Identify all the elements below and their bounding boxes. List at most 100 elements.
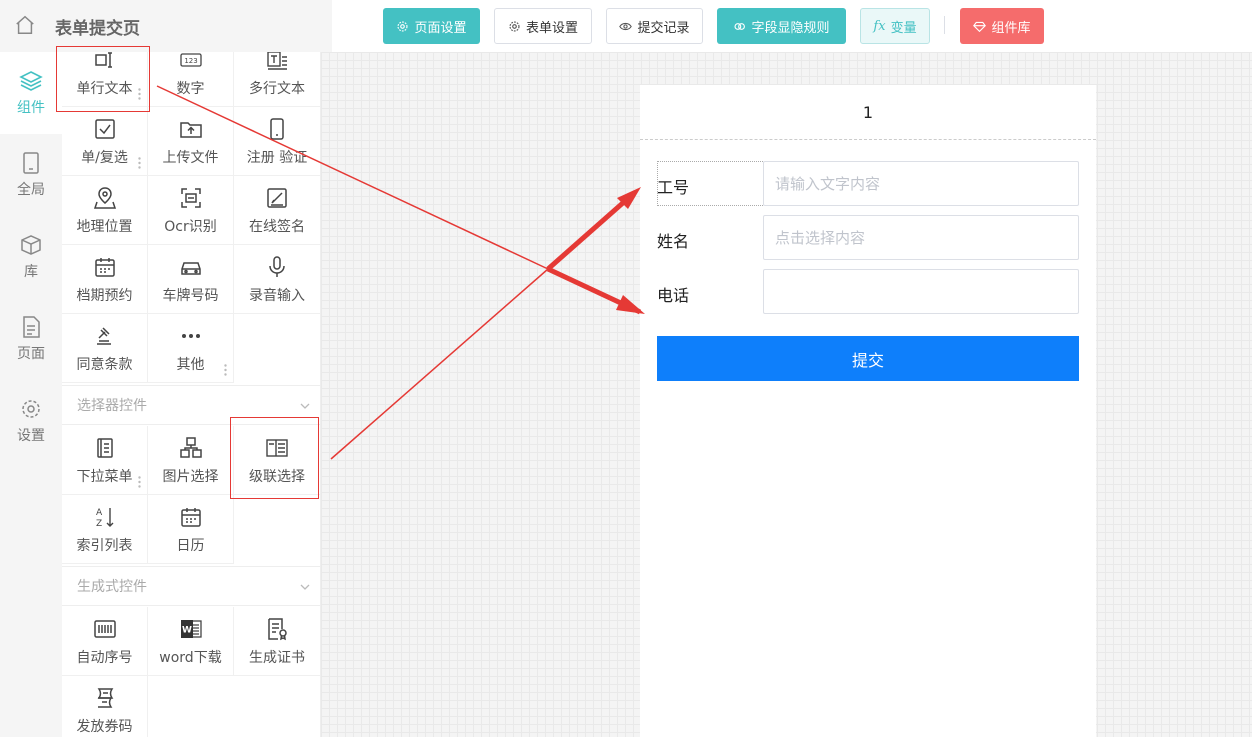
document-icon: [23, 316, 40, 338]
component-certificate[interactable]: 生成证书: [234, 607, 320, 676]
component-label: 生成证书: [249, 650, 305, 666]
nav-item-library[interactable]: 库: [0, 216, 62, 298]
folder-upload-icon: [179, 122, 202, 138]
form-settings-button[interactable]: 表单设置: [494, 8, 592, 44]
component-single-text[interactable]: 单行文本: [62, 52, 148, 107]
component-label: 多行文本: [249, 81, 305, 97]
chevron-down-icon: [300, 403, 310, 409]
drag-handle-icon[interactable]: [138, 476, 141, 488]
component-label: 车牌号码: [162, 288, 219, 304]
component-other[interactable]: 其他: [148, 314, 234, 383]
component-label: 单行文本: [76, 81, 133, 97]
component-signature[interactable]: 在线签名: [234, 176, 320, 245]
more-icon: [181, 334, 200, 338]
page-settings-button[interactable]: 页面设置: [383, 8, 480, 44]
drag-handle-icon[interactable]: [138, 88, 141, 100]
component-label: 同意条款: [76, 357, 133, 373]
gear-icon: [509, 20, 520, 32]
component-label: 下拉菜单: [76, 469, 133, 485]
sort-az-icon: AZ: [96, 508, 113, 529]
component-label: 发放券码: [76, 719, 133, 735]
name-select-input[interactable]: 点击选择内容: [763, 215, 1079, 260]
variables-label: 变量: [890, 20, 917, 36]
field-label-employee-id: 工号: [657, 178, 690, 197]
page-settings-label: 页面设置: [414, 20, 467, 36]
component-label: 其他: [176, 357, 205, 373]
component-image-select[interactable]: 图片选择: [148, 426, 234, 495]
component-label: 地理位置: [76, 219, 133, 235]
fx-icon: fx: [873, 18, 886, 34]
submit-records-button[interactable]: 提交记录: [606, 8, 703, 44]
list-book-icon: [96, 438, 113, 458]
page-title: 表单提交页: [55, 19, 140, 39]
drag-handle-icon[interactable]: [224, 364, 227, 376]
component-agreement[interactable]: 同意条款: [62, 314, 148, 383]
svg-text:123: 123: [184, 57, 197, 65]
field-rules-button[interactable]: 字段显隐规则: [717, 8, 846, 44]
chevron-down-icon: [300, 584, 310, 590]
toolbar-divider: [944, 16, 945, 34]
component-label: 索引列表: [76, 538, 133, 554]
component-label: 单/复选: [81, 150, 128, 166]
gear-icon: [397, 20, 409, 32]
component-index-list[interactable]: AZ 索引列表: [62, 495, 148, 564]
microphone-icon: [269, 256, 285, 277]
section-selector-controls[interactable]: 选择器控件: [62, 385, 320, 425]
ticket-icon: [97, 688, 113, 708]
employee-id-placeholder: 请输入文字内容: [775, 175, 881, 193]
component-calendar[interactable]: 日历: [148, 495, 234, 564]
component-library-button[interactable]: 组件库: [960, 8, 1044, 44]
phone-input[interactable]: [763, 269, 1079, 314]
component-dropdown[interactable]: 下拉菜单: [62, 426, 148, 495]
link-icon: [734, 22, 746, 30]
gear-icon: [22, 400, 40, 418]
name-placeholder: 点击选择内容: [775, 229, 866, 247]
nav-item-global[interactable]: 全局: [0, 134, 62, 216]
map-pin-icon: [93, 187, 116, 209]
component-cascade[interactable]: 级联选择: [234, 426, 320, 495]
component-ocr[interactable]: Ocr识别: [148, 176, 234, 245]
component-upload[interactable]: 上传文件: [148, 107, 234, 176]
component-coupon[interactable]: 发放券码: [62, 676, 148, 737]
component-multi-text[interactable]: 多行文本: [234, 52, 320, 107]
signature-icon: [267, 188, 287, 208]
component-register-verify[interactable]: 注册 验证: [234, 107, 320, 176]
left-nav: 组件 全局 库 页面 设置: [0, 52, 62, 737]
component-location[interactable]: 地理位置: [62, 176, 148, 245]
gavel-icon: [96, 327, 111, 345]
drag-handle-icon[interactable]: [138, 157, 141, 169]
component-voice[interactable]: 录音输入: [234, 245, 320, 314]
top-left-area: 表单提交页: [0, 0, 332, 52]
component-label: 注册 验证: [246, 150, 308, 166]
employee-id-input[interactable]: 请输入文字内容: [763, 161, 1079, 206]
component-number[interactable]: 123 数字: [148, 52, 234, 107]
component-auto-number[interactable]: 自动序号: [62, 607, 148, 676]
word-icon: W: [180, 620, 202, 638]
component-label: 在线签名: [249, 219, 305, 235]
nav-item-components[interactable]: 组件: [0, 52, 62, 134]
section-label: 选择器控件: [77, 398, 147, 414]
component-word-download[interactable]: W word下载: [148, 607, 234, 676]
checkbox-icon: [94, 119, 115, 139]
calendar-icon: [94, 258, 115, 277]
submit-button[interactable]: 提交: [657, 336, 1079, 381]
layers-icon: [19, 71, 43, 91]
component-plate[interactable]: 车牌号码: [148, 245, 234, 314]
svg-text:Z: Z: [96, 519, 102, 529]
nav-item-page[interactable]: 页面: [0, 298, 62, 380]
nav-global-label: 全局: [17, 182, 45, 198]
field-label-name: 姓名: [657, 232, 690, 251]
component-label: 图片选择: [162, 469, 219, 485]
certificate-icon: [268, 618, 287, 641]
nav-item-settings[interactable]: 设置: [0, 380, 62, 462]
section-generative-controls[interactable]: 生成式控件: [62, 566, 320, 606]
svg-text:W: W: [182, 626, 192, 636]
variables-button[interactable]: fx 变量: [860, 8, 930, 44]
component-checkbox[interactable]: 单/复选: [62, 107, 148, 176]
home-icon[interactable]: [14, 14, 36, 36]
component-schedule[interactable]: 档期预约: [62, 245, 148, 314]
form-page-number: 1: [640, 85, 1096, 140]
field-label-phone: 电话: [657, 286, 690, 305]
component-label: 录音输入: [249, 288, 305, 304]
nav-library-label: 库: [24, 264, 38, 280]
